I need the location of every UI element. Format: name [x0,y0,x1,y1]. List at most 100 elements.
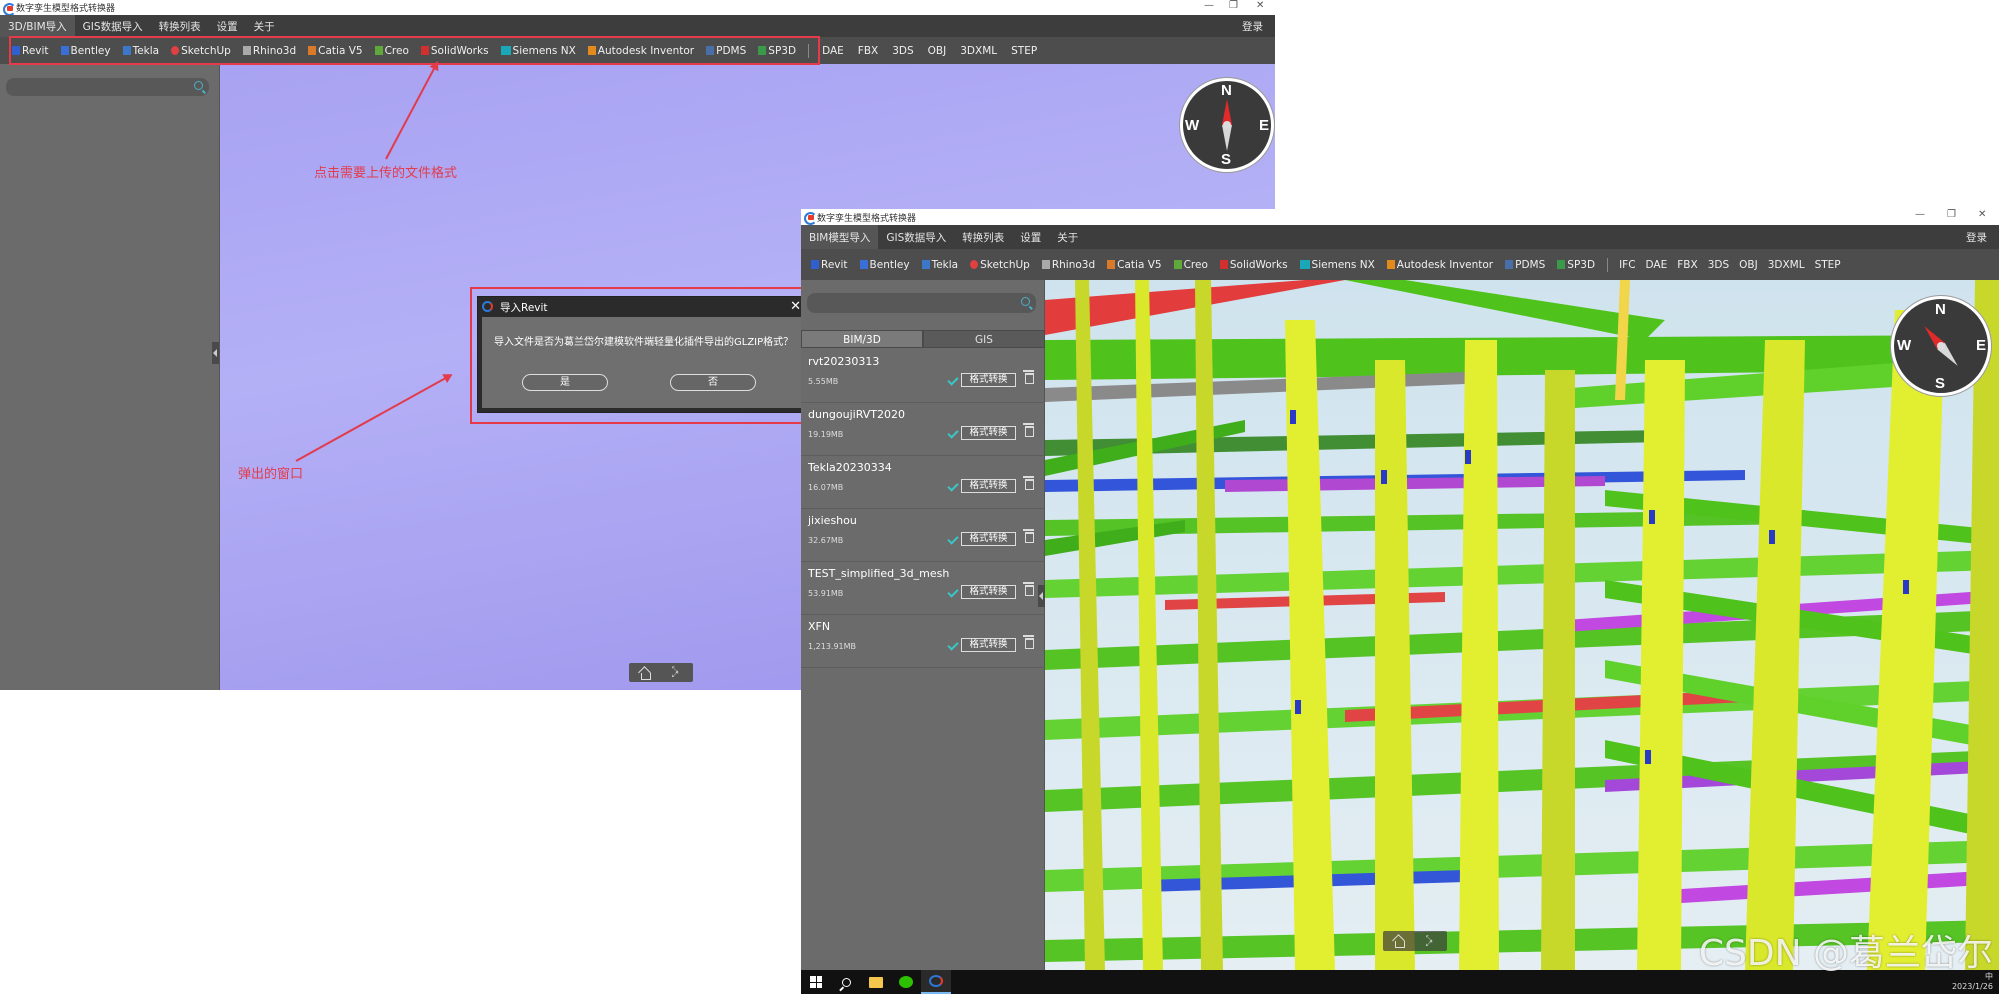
check-icon [947,586,959,598]
format-rhino3d[interactable]: Rhino3d [1036,259,1101,271]
login-button[interactable]: 登录 [1958,225,1995,249]
start-button[interactable] [801,970,831,994]
list-item[interactable]: XFN 1,213.91MB 格式转换 [801,615,1045,668]
format-step[interactable]: STEP [1810,259,1846,271]
sidebar-collapse-handle[interactable] [212,342,219,364]
file-size: 19.19MB [808,430,844,439]
front-3d-viewport[interactable] [1045,280,1999,970]
format-3dxml[interactable]: 3DXML [1763,259,1810,271]
convert-format-button[interactable]: 格式转换 [961,373,1016,387]
format-step[interactable]: STEP [1004,45,1044,57]
search-icon[interactable] [1021,297,1030,306]
menu-settings[interactable]: 设置 [1012,225,1049,249]
home-view-icon[interactable] [1393,936,1406,948]
minimize-button[interactable]: — [1915,209,1925,220]
minimize-button[interactable]: — [1204,0,1214,11]
taskbar-wechat[interactable] [891,970,921,994]
format-obj[interactable]: OBJ [921,45,954,57]
format-bentley[interactable]: Bentley [854,259,916,271]
format-3ds[interactable]: 3DS [885,45,920,57]
check-icon [947,427,959,439]
menu-bim-import[interactable]: BIM模型导入 [801,225,879,249]
convert-format-button[interactable]: 格式转换 [961,426,1016,440]
list-item[interactable]: rvt20230313 5.55MB 格式转换 [801,350,1045,403]
taskbar-search-button[interactable] [831,970,861,994]
app-logo-icon [3,2,16,16]
convert-format-button[interactable]: 格式转换 [961,585,1016,599]
search-input[interactable] [807,293,1036,313]
format-obj[interactable]: OBJ [1734,259,1763,271]
file-name: jixieshou [808,514,857,527]
format-dae[interactable]: DAE [815,45,851,57]
menu-bim-import[interactable]: 3D/BIM导入 [0,15,75,37]
tab-bim-3d[interactable]: BIM/3D [801,330,923,348]
menu-gis-import[interactable]: GIS数据导入 [878,225,954,249]
format-tekla[interactable]: Tekla [916,259,965,271]
file-name: rvt20230313 [808,355,880,368]
fit-view-icon[interactable]: ⤡ ⤢ [672,666,683,679]
format-fbx[interactable]: FBX [851,45,885,57]
delete-icon[interactable] [1023,529,1034,543]
format-sp3d[interactable]: SP3D [1551,259,1601,271]
format-label: Rhino3d [1051,258,1096,271]
list-item[interactable]: TEST_simplified_3d_mesh 53.91MB 格式转换 [801,562,1045,615]
front-app-window: 数字孪生模型格式转换器 — ❐ ✕ BIM模型导入 GIS数据导入 转换列表 设… [801,209,1999,994]
list-item[interactable]: jixieshou 32.67MB 格式转换 [801,509,1045,562]
compass-widget[interactable]: N S W E [1891,296,1991,396]
menu-convert-list[interactable]: 转换列表 [954,225,1012,249]
menu-about[interactable]: 关于 [1049,225,1086,249]
csdn-watermark: CSDN @葛兰岱尔 [1698,933,1993,974]
search-icon[interactable] [194,81,203,90]
convert-format-button[interactable]: 格式转换 [961,479,1016,493]
menu-convert-list[interactable]: 转换列表 [151,15,209,37]
format-3dxml[interactable]: 3DXML [953,45,1004,57]
format-catia[interactable]: Catia V5 [1101,259,1167,271]
file-name: dungoujiRVT2020 [808,408,906,421]
compass-widget[interactable]: N S W E [1180,78,1274,172]
fit-view-icon[interactable]: ⤡ ⤢ [1426,934,1437,947]
menu-gis-import[interactable]: GIS数据导入 [75,15,151,37]
formats-hint-annotation: 点击需要上传的文件格式 [314,166,458,181]
convert-format-button[interactable]: 格式转换 [961,638,1016,652]
format-pdms[interactable]: PDMS [1499,259,1551,271]
format-3ds[interactable]: 3DS [1703,259,1734,271]
format-label: Tekla [931,258,959,271]
maximize-button[interactable]: ❐ [1229,0,1238,11]
format-dae[interactable]: DAE [1641,259,1673,271]
format-inventor[interactable]: Autodesk Inventor [1381,259,1499,271]
delete-icon[interactable] [1023,423,1034,437]
windows-start-icon [810,976,822,988]
close-window-button[interactable]: ✕ [1978,209,1986,220]
close-window-button[interactable]: ✕ [1256,0,1264,11]
format-siemens-nx[interactable]: Siemens NX [1294,259,1381,271]
folder-icon [869,976,883,988]
compass-hub [1223,121,1231,129]
format-solidworks[interactable]: SolidWorks [1214,259,1294,271]
home-view-icon[interactable] [639,668,652,680]
format-fbx[interactable]: FBX [1672,259,1702,271]
list-item[interactable]: dungoujiRVT2020 19.19MB 格式转换 [801,403,1045,456]
login-button[interactable]: 登录 [1234,15,1271,37]
convert-format-button[interactable]: 格式转换 [961,532,1016,546]
compass-hub [1937,342,1945,350]
list-item[interactable]: Tekla20230334 16.07MB 格式转换 [801,456,1045,509]
front-title-bar: 数字孪生模型格式转换器 — ❐ ✕ [801,209,1999,225]
taskbar-explorer[interactable] [861,970,891,994]
format-ifc[interactable]: IFC [1614,259,1640,271]
format-sketchup[interactable]: SketchUp [964,259,1036,271]
solidworks-icon [1219,260,1228,269]
sidebar-collapse-handle[interactable] [1038,585,1045,607]
delete-icon[interactable] [1023,476,1034,490]
search-input[interactable] [6,78,209,96]
menu-settings[interactable]: 设置 [209,15,246,37]
format-creo[interactable]: Creo [1168,259,1214,271]
taskbar-converter-app[interactable] [921,970,951,994]
front-format-toolbar: Revit Bentley Tekla SketchUp Rhino3d Cat… [801,249,1999,280]
delete-icon[interactable] [1023,582,1034,596]
maximize-button[interactable]: ❐ [1947,209,1956,220]
menu-about[interactable]: 关于 [246,15,283,37]
delete-icon[interactable] [1023,635,1034,649]
format-revit[interactable]: Revit [805,259,854,271]
tab-gis[interactable]: GIS [923,330,1045,348]
delete-icon[interactable] [1023,370,1034,384]
